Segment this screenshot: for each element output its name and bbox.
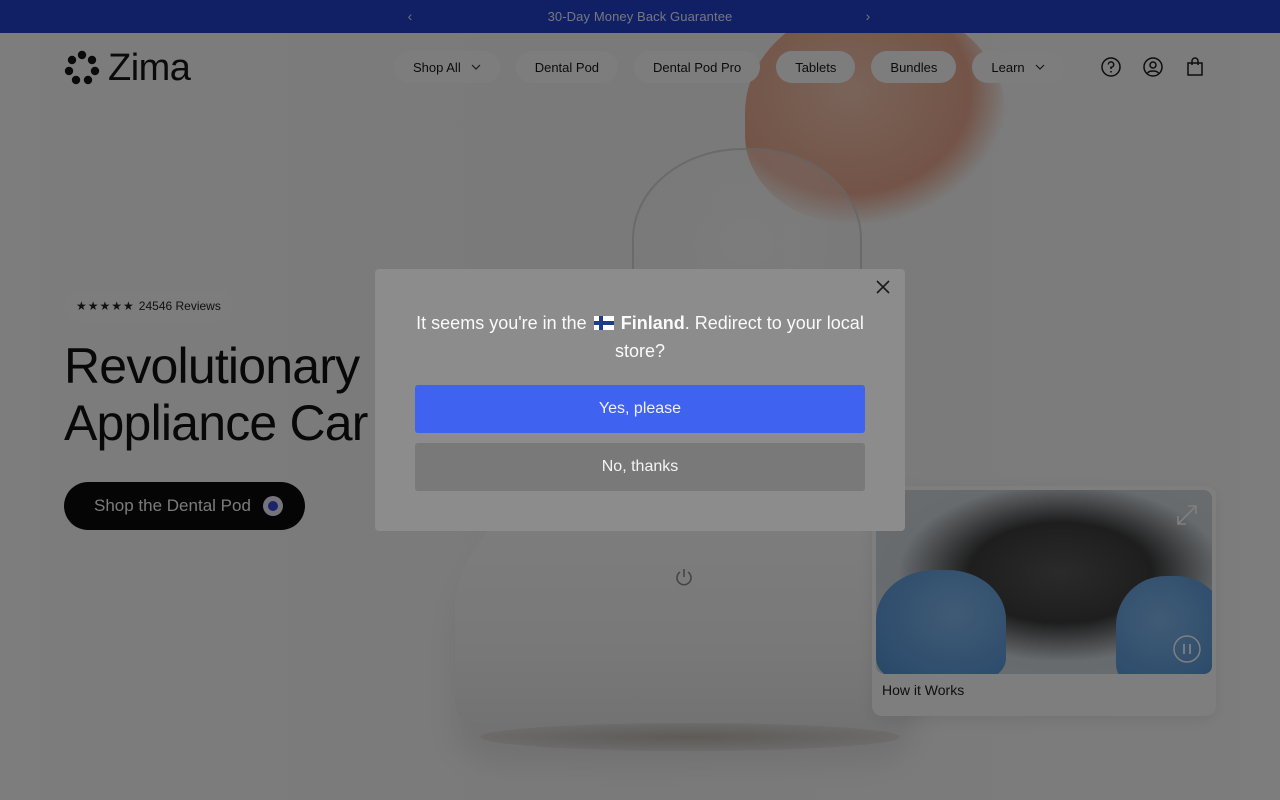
modal-message: It seems you're in the Finland. Redirect… (415, 309, 865, 365)
modal-country: Finland (620, 313, 685, 333)
modal-text-before: It seems you're in the (416, 313, 587, 333)
yes-please-button[interactable]: Yes, please (415, 385, 865, 433)
region-redirect-modal: It seems you're in the Finland. Redirect… (375, 269, 905, 531)
finland-flag-icon (593, 316, 614, 330)
close-icon[interactable] (873, 277, 893, 297)
no-thanks-button[interactable]: No, thanks (415, 443, 865, 491)
